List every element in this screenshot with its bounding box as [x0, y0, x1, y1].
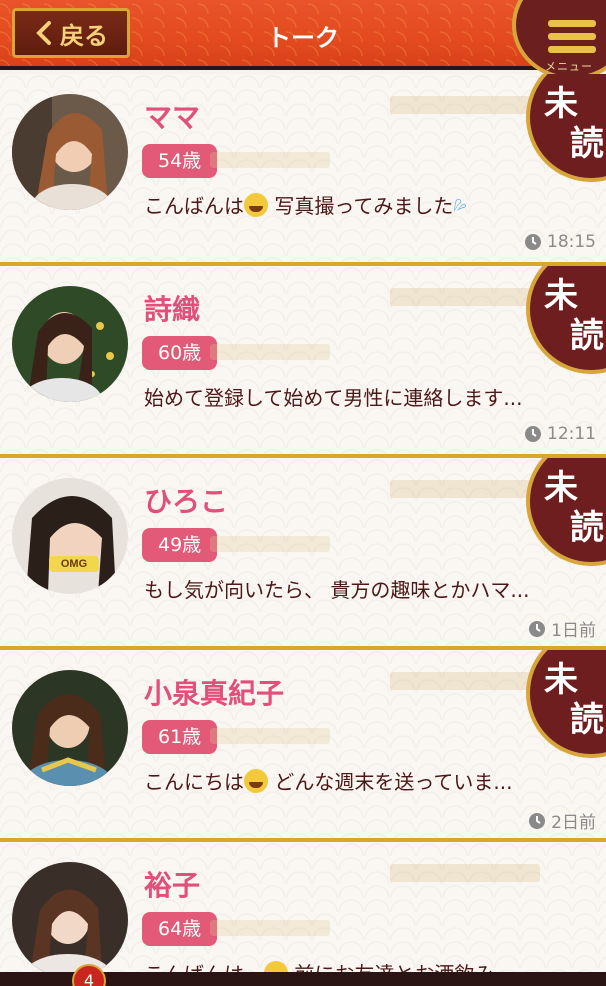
- age-badge: 60歳: [142, 336, 218, 370]
- age-badge: 64歳: [142, 912, 218, 946]
- smile-emoji-icon: [244, 769, 268, 793]
- hamburger-icon[interactable]: [548, 20, 596, 59]
- clock-icon: [525, 234, 541, 250]
- app-header: 戻る トーク メニュー: [0, 0, 606, 80]
- contact-name: ひろこ: [144, 485, 229, 518]
- omg-sticker: OMG: [49, 556, 99, 572]
- clock-icon: [525, 426, 541, 442]
- message-preview: こんにちは どんな週末を送っていま...: [144, 769, 513, 794]
- avatar[interactable]: [12, 286, 128, 402]
- sweat-drops-icon: 💦︎: [453, 194, 467, 218]
- avatar[interactable]: OMG: [12, 478, 128, 594]
- conversation-list: ママ 54歳 こんばんは 写真撮ってみました💦︎ 18:15 未 読 詩織 60…: [0, 74, 606, 986]
- age-badge: 54歳: [142, 144, 218, 178]
- message-preview: もし気が向いたら、 貴方の趣味とかハマ...: [144, 578, 530, 602]
- conversation-row[interactable]: OMG ひろこ 49歳 もし気が向いたら、 貴方の趣味とかハマ... 1日前 未…: [0, 458, 606, 650]
- message-time: 18:15: [524, 232, 596, 252]
- message-time: 12:11: [524, 424, 596, 444]
- menu-label: メニュー: [545, 60, 593, 73]
- message-preview: こんばんは 写真撮ってみました💦︎: [144, 193, 467, 218]
- clock-icon: [529, 812, 546, 829]
- message-time: 2日前: [528, 808, 596, 833]
- contact-name: 裕子: [144, 869, 201, 902]
- clock-icon: [529, 620, 546, 637]
- contact-name: 小泉真紀子: [144, 677, 285, 710]
- age-badge: 61歳: [142, 720, 218, 754]
- conversation-row[interactable]: 詩織 60歳 始めて登録して始めて男性に連絡します... 12:11 未 読: [0, 266, 606, 458]
- conversation-row[interactable]: 小泉真紀子 61歳 こんにちは どんな週末を送っていま... 2日前 未 読: [0, 650, 606, 842]
- avatar[interactable]: [12, 670, 128, 786]
- smile-emoji-icon: [244, 193, 268, 217]
- message-preview: 始めて登録して始めて男性に連絡します...: [144, 386, 523, 410]
- contact-name: 詩織: [144, 293, 201, 326]
- conversation-row[interactable]: ママ 54歳 こんばんは 写真撮ってみました💦︎ 18:15 未 読: [0, 74, 606, 266]
- avatar[interactable]: [12, 94, 128, 210]
- message-time: 1日前: [528, 616, 596, 641]
- age-badge: 49歳: [142, 528, 218, 562]
- avatar[interactable]: [12, 862, 128, 978]
- contact-name: ママ: [144, 101, 201, 134]
